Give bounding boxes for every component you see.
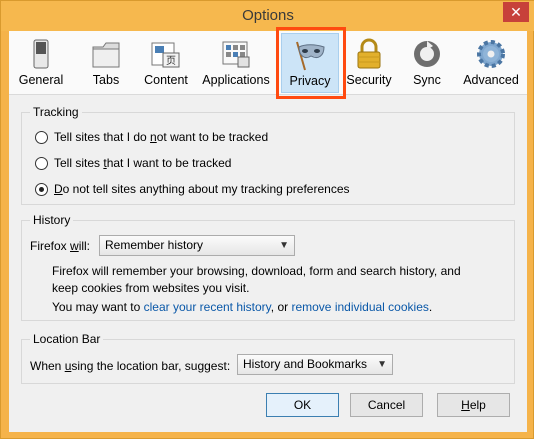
pane-toolbar: General Tabs 页 Content Applications Priv… — [9, 27, 527, 99]
cancel-button[interactable]: Cancel — [350, 393, 423, 417]
location-bar-legend: Location Bar — [30, 332, 104, 346]
tracking-group: Tracking Tell sites that I do not want t… — [21, 105, 515, 205]
chevron-down-icon: ▼ — [279, 240, 289, 251]
tab-security[interactable]: Security — [343, 33, 395, 93]
tab-applications[interactable]: Applications — [201, 33, 271, 93]
location-bar-suggest-value: History and Bookmarks — [243, 357, 368, 371]
history-suggestion: You may want to clear your recent histor… — [52, 300, 433, 314]
firefox-will-label: Firefox will: — [30, 239, 91, 253]
content-icon: 页 — [151, 42, 180, 68]
tab-advanced-label: Advanced — [463, 73, 519, 87]
remove-individual-cookies-link[interactable]: remove individual cookies — [291, 300, 428, 314]
tab-tabs[interactable]: Tabs — [79, 33, 133, 93]
close-button[interactable]: ✕ — [503, 2, 529, 22]
radio-do-not-track[interactable]: Tell sites that I do not want to be trac… — [35, 129, 268, 145]
applications-icon — [222, 41, 250, 68]
tab-applications-label: Applications — [202, 73, 270, 87]
location-bar-suggest-label: When using the location bar, suggest: — [30, 359, 231, 373]
svg-text:页: 页 — [166, 55, 176, 67]
tab-sync-label: Sync — [413, 73, 441, 87]
switch-icon — [33, 39, 49, 69]
radio-label: Tell sites that I want to be tracked — [54, 156, 232, 170]
tab-privacy[interactable]: Privacy — [281, 33, 339, 93]
padlock-icon — [357, 38, 381, 69]
radio-track[interactable]: Tell sites that I want to be tracked — [35, 155, 231, 171]
mask-icon — [296, 41, 325, 71]
options-window: Options ✕ General Tabs 页 Content Applica… — [0, 0, 534, 439]
dialog-client: General Tabs 页 Content Applications Priv… — [9, 27, 527, 432]
radio-no-preference[interactable]: Do not tell sites anything about my trac… — [35, 181, 350, 197]
tab-advanced[interactable]: Advanced — [461, 33, 521, 93]
tab-tabs-label: Tabs — [92, 73, 120, 87]
title-bar: Options ✕ — [1, 1, 534, 31]
tab-general[interactable]: General — [15, 33, 67, 93]
chevron-down-icon: ▼ — [377, 359, 387, 370]
tab-privacy-label: Privacy — [289, 74, 331, 88]
history-mode-select[interactable]: Remember history ▼ — [99, 235, 295, 256]
history-description-line1: Firefox will remember your browsing, dow… — [52, 264, 461, 278]
radio-label: Do not tell sites anything about my trac… — [54, 182, 350, 196]
history-description-line2: keep cookies from websites you visit. — [52, 281, 250, 295]
radio-button-selected[interactable] — [35, 182, 48, 196]
tracking-legend: Tracking — [30, 105, 82, 119]
radio-button[interactable] — [35, 156, 48, 170]
folder-tabs-icon — [92, 42, 120, 68]
radio-button[interactable] — [35, 130, 48, 144]
ok-button[interactable]: OK — [266, 393, 339, 417]
help-button[interactable]: Help — [437, 393, 510, 417]
history-mode-value: Remember history — [105, 238, 204, 252]
location-bar-suggest-select[interactable]: History and Bookmarks ▼ — [237, 354, 393, 375]
clear-recent-history-link[interactable]: clear your recent history — [144, 300, 271, 314]
radio-label: Tell sites that I do not want to be trac… — [54, 130, 269, 144]
history-group: History Firefox will: Remember history ▼… — [21, 213, 515, 321]
tab-sync[interactable]: Sync — [401, 33, 453, 93]
tab-general-label: General — [18, 73, 64, 87]
location-bar-group: Location Bar When using the location bar… — [21, 332, 515, 384]
window-title: Options — [242, 7, 294, 24]
tab-content[interactable]: 页 Content — [139, 33, 193, 93]
tab-content-label: Content — [144, 73, 188, 87]
tab-security-label: Security — [346, 73, 392, 87]
history-legend: History — [30, 213, 74, 227]
sync-icon — [414, 41, 440, 67]
gear-icon — [477, 40, 505, 68]
